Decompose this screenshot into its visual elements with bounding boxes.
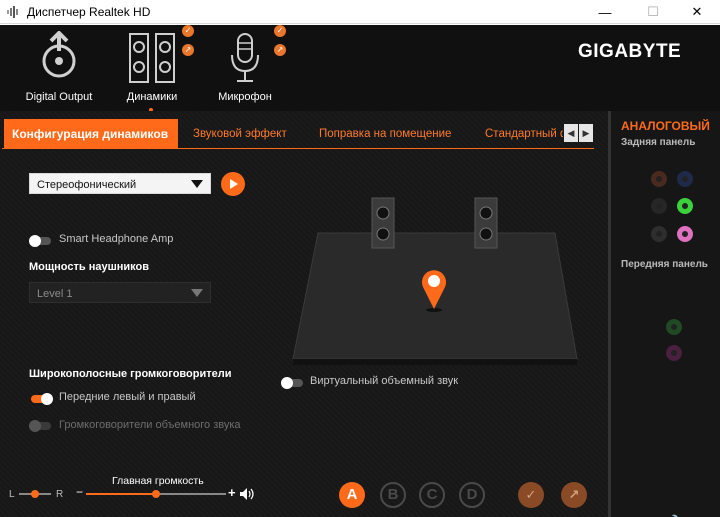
rear-jack-pink[interactable] bbox=[677, 226, 693, 242]
fullrange-title: Широкополосные громкоговорители bbox=[29, 368, 232, 380]
speakers-icon bbox=[129, 33, 175, 83]
tab-room-correction[interactable]: Поправка на помещение bbox=[319, 119, 451, 149]
device-microphone[interactable]: Микрофон bbox=[210, 31, 280, 103]
device-digital-output[interactable]: Digital Output bbox=[16, 31, 102, 103]
headphone-power-title: Мощность наушников bbox=[29, 261, 150, 273]
balance-left-label: L bbox=[9, 489, 15, 500]
rear-jack-gray[interactable] bbox=[651, 226, 667, 242]
virtual-surround-toggle[interactable] bbox=[281, 377, 303, 389]
mode-c-button[interactable]: C bbox=[419, 482, 445, 508]
confirm-check-icon[interactable]: ✓ bbox=[518, 482, 544, 508]
play-test-button[interactable] bbox=[221, 172, 245, 196]
front-jack-green[interactable] bbox=[666, 319, 682, 335]
digital-output-icon bbox=[42, 31, 76, 78]
speaker-config-select[interactable]: Стереофонический bbox=[29, 173, 211, 194]
device-label: Digital Output bbox=[25, 91, 93, 103]
mode-d-button[interactable]: D bbox=[459, 482, 485, 508]
main-content: Конфигурация динамиков Звуковой эффект П… bbox=[0, 111, 608, 517]
device-speakers[interactable]: Динамики bbox=[116, 31, 188, 103]
volume-plus-icon[interactable]: + bbox=[228, 485, 236, 500]
close-button[interactable]: ✕ bbox=[674, 0, 720, 24]
surround-toggle[interactable] bbox=[29, 420, 51, 432]
rear-jack-black[interactable] bbox=[651, 198, 667, 214]
rear-jack-blue[interactable] bbox=[677, 171, 693, 187]
front-jack-pink[interactable] bbox=[666, 345, 682, 361]
device-header: Digital Output Динамики ✓ ↗ Микрофон ✓ ↗… bbox=[0, 25, 720, 112]
virtual-surround-label: Виртуальный объемный звук bbox=[310, 375, 459, 387]
rear-jack-green[interactable] bbox=[677, 198, 693, 214]
tab-sound-effect[interactable]: Звуковой эффект bbox=[193, 119, 287, 149]
device-label: Динамики bbox=[126, 91, 178, 103]
headphone-power-select[interactable]: Level 1 bbox=[29, 282, 211, 303]
front-panel-label: Передняя панель bbox=[621, 259, 708, 270]
check-badge-icon: ✓ bbox=[274, 25, 286, 37]
mode-a-button[interactable]: A bbox=[339, 482, 365, 508]
check-badge-icon: ✓ bbox=[182, 25, 194, 37]
maximize-button[interactable]: ☐ bbox=[630, 0, 676, 24]
front-lr-toggle[interactable] bbox=[31, 393, 53, 405]
app-body: Digital Output Динамики ✓ ↗ Микрофон ✓ ↗… bbox=[0, 25, 720, 517]
chevron-down-icon bbox=[191, 180, 203, 188]
tab-scroll-right-icon[interactable]: ▶ bbox=[579, 124, 593, 142]
smart-headphone-toggle[interactable] bbox=[29, 235, 51, 247]
device-label: Микрофон bbox=[218, 91, 272, 103]
mode-b-button[interactable]: B bbox=[380, 482, 406, 508]
tab-default-format[interactable]: Стандартный фо bbox=[485, 119, 563, 149]
analog-panel: АНАЛОГОВЫЙ Задняя панель Передняя панель… bbox=[608, 111, 720, 517]
gigabyte-logo: GIGABYTE bbox=[578, 41, 682, 62]
volume-knob[interactable] bbox=[152, 490, 160, 498]
surround-label: Громкоговорители объемного звука bbox=[59, 419, 241, 431]
front-left-speaker-icon[interactable] bbox=[371, 197, 395, 249]
window-title: Диспетчер Realtek HD bbox=[27, 5, 151, 19]
front-lr-label: Передние левый и правый bbox=[59, 391, 196, 403]
realtek-app-icon bbox=[7, 6, 18, 18]
tab-speaker-config[interactable]: Конфигурация динамиков bbox=[4, 119, 178, 149]
jack-retask-icon[interactable]: ↗ bbox=[561, 482, 587, 508]
main-volume-title: Главная громкость bbox=[112, 475, 204, 487]
smart-headphone-label: Smart Headphone Amp bbox=[59, 233, 174, 245]
listener-position-icon[interactable] bbox=[420, 267, 448, 313]
speaker-config-value: Стереофонический bbox=[37, 179, 137, 191]
tab-scroll-left-icon[interactable]: ◀ bbox=[564, 124, 578, 142]
analog-title: АНАЛОГОВЫЙ bbox=[621, 119, 710, 133]
jack-badge-icon: ↗ bbox=[274, 44, 286, 56]
title-bar: Диспетчер Realtek HD — ☐ ✕ bbox=[0, 0, 720, 24]
rear-panel-label: Задняя панель bbox=[621, 137, 696, 148]
tab-bar: Конфигурация динамиков Звуковой эффект П… bbox=[2, 119, 594, 149]
volume-fill bbox=[86, 493, 156, 495]
rear-jack-orange[interactable] bbox=[651, 171, 667, 187]
volume-minus-icon[interactable]: − bbox=[76, 485, 83, 499]
microphone-icon bbox=[231, 33, 259, 82]
speaker-volume-icon[interactable] bbox=[239, 487, 257, 501]
jack-badge-icon: ↗ bbox=[182, 44, 194, 56]
headphone-power-value: Level 1 bbox=[37, 288, 73, 300]
front-right-speaker-icon[interactable] bbox=[474, 197, 498, 249]
minimize-button[interactable]: — bbox=[582, 0, 628, 24]
chevron-down-icon bbox=[191, 289, 203, 297]
balance-right-label: R bbox=[56, 489, 64, 500]
balance-knob[interactable] bbox=[31, 490, 39, 498]
